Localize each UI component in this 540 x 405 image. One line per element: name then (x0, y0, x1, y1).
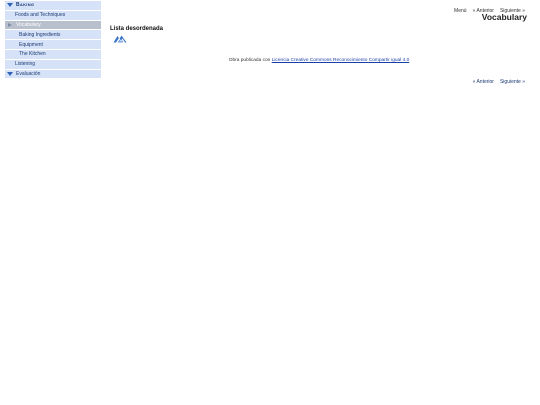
sidebar-item-listening[interactable]: Listening (5, 59, 101, 70)
triangle-right-icon[interactable] (8, 22, 12, 27)
license-prefix: Obra publicada con (228, 58, 271, 63)
section-title: Lista desordenada (110, 26, 164, 32)
sidebar-item-label: Equipment (19, 41, 43, 48)
license-notice: Obra publicada con Licencia Creative Com… (110, 58, 528, 63)
main-content: Lista desordenada (110, 26, 530, 45)
sidebar-item-vocabulary[interactable]: Vocabulary (5, 20, 101, 31)
sidebar-item-baking-ingredients[interactable]: Baking Ingredients (5, 30, 101, 41)
sidebar-item-label: Listening (15, 61, 36, 68)
page-title: Vocabulary (481, 12, 527, 22)
bottom-navigation: « Anterior Siguiente » (473, 79, 525, 85)
sidebar-item-foods-and-techniques[interactable]: Foods and Techniques (5, 10, 101, 21)
sidebar-item-baking[interactable]: Baking (5, 1, 101, 11)
sidebar-item-the-kitchen[interactable]: The Kitchen (5, 49, 101, 60)
triangle-down-icon[interactable] (7, 3, 13, 8)
sidebar-item-label: Foods and Techniques (15, 12, 66, 19)
sidebar-item-evaluacion[interactable]: Evaluación (5, 69, 101, 80)
sidebar-item-label: Baking (16, 2, 35, 9)
menu-link[interactable]: Menú (454, 8, 467, 14)
license-link[interactable]: Licencia Creative Commons Reconocimiento… (272, 58, 410, 63)
sidebar-item-label: The Kitchen (19, 51, 46, 58)
triangle-down-icon[interactable] (7, 71, 13, 76)
prev-link-bottom[interactable]: « Anterior (473, 79, 494, 85)
mountain-logo-icon (113, 35, 127, 43)
sidebar-item-label: Vocabulary (16, 21, 41, 28)
sidebar-nav: Baking Foods and Techniques Vocabulary B… (5, 1, 101, 80)
sidebar-item-equipment[interactable]: Equipment (5, 40, 101, 50)
next-link-bottom[interactable]: Siguiente » (500, 79, 525, 85)
sidebar-item-label: Baking Ingredients (19, 31, 61, 38)
sidebar-item-label: Evaluación (16, 70, 41, 77)
